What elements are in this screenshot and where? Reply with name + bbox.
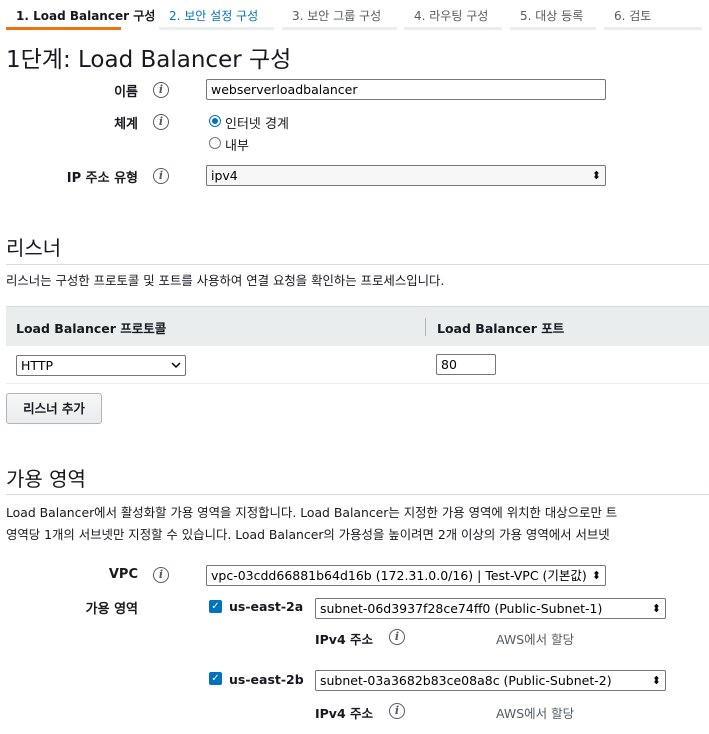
zone-name: us-east-2a (229, 599, 304, 614)
listener-port-input[interactable] (436, 354, 496, 375)
listeners-table-header: Load Balancer 프로토콜 Load Balancer 포트 (6, 306, 709, 346)
ipv4-value: AWS에서 할당 (496, 706, 575, 721)
scheme-label: 체계 (114, 117, 138, 132)
add-listener-button[interactable]: 리스너 추가 (6, 393, 102, 424)
wizard-step-bar (282, 27, 397, 30)
info-icon[interactable]: i (153, 114, 169, 130)
column-header-port: Load Balancer 포트 (437, 321, 565, 336)
scheme-internet-facing-radio[interactable] (209, 115, 221, 127)
table-row-divider (6, 383, 709, 384)
zone-name: us-east-2b (229, 672, 304, 687)
listener-protocol-value: HTTP (21, 358, 53, 373)
availability-zones-description-line2: 영역당 1개의 서브넷만 지정할 수 있습니다. Load Balancer의 … (6, 527, 610, 542)
listeners-title: 리스너 (6, 236, 62, 260)
select-arrow-icon: ⬍ (651, 602, 661, 615)
wizard-step-bar (404, 27, 502, 30)
scheme-internet-facing-label[interactable]: 인터넷 경계 (225, 113, 289, 132)
wizard-step-bar (604, 27, 702, 30)
ip-type-select[interactable]: ipv4 ⬍ (206, 165, 606, 186)
zone-checkbox-us-east-2b[interactable]: ✓ (209, 672, 222, 685)
ipv4-value: AWS에서 할당 (496, 632, 575, 647)
select-arrow-icon: ⬍ (589, 566, 601, 585)
column-header-protocol: Load Balancer 프로토콜 (16, 321, 167, 336)
wizard-step-label: 4. 라우팅 구성 (414, 9, 489, 23)
info-icon[interactable]: i (153, 168, 169, 184)
wizard-step-label: 1. Load Balancer 구성 (16, 9, 156, 23)
select-arrow-icon: ⬍ (651, 674, 661, 687)
chevron-down-icon (171, 357, 181, 375)
wizard-step-1[interactable]: 1. Load Balancer 구성 (6, 0, 155, 30)
wizard-step-3: 3. 보안 그룹 구성 (282, 0, 397, 30)
info-icon[interactable]: i (389, 629, 405, 645)
availability-zones-description-line1: Load Balancer에서 활성화할 가용 영역을 지정합니다. Load … (6, 505, 618, 520)
ipv4-label: IPv4 주소 (315, 632, 374, 647)
wizard-step-label: 2. 보안 설정 구성 (169, 9, 259, 23)
zone-subnet-value: subnet-03a3682b83ce08a8c (Public-Subnet-… (320, 673, 612, 688)
info-icon[interactable]: i (153, 82, 169, 98)
availability-zones-label: 가용 영역 (85, 602, 138, 617)
info-icon[interactable]: i (153, 567, 169, 583)
vpc-value: vpc-03cdd66881b64d16b (172.31.0.0/16) | … (211, 568, 587, 583)
listener-protocol-select[interactable]: HTTP (16, 355, 186, 376)
wizard-step-5: 5. 대상 등록 (510, 0, 596, 30)
wizard-step-2[interactable]: 2. 보안 설정 구성 (159, 0, 274, 30)
info-icon[interactable]: i (389, 703, 405, 719)
section-divider (6, 494, 709, 495)
name-label: 이름 (114, 85, 138, 100)
page-title: 1단계: Load Balancer 구성 (6, 47, 292, 73)
wizard-step-label: 3. 보안 그룹 구성 (292, 9, 382, 23)
wizard-step-6: 6. 검토 (604, 0, 702, 30)
wizard-step-label: 6. 검토 (614, 9, 652, 23)
section-divider (6, 264, 709, 265)
column-divider (425, 318, 426, 336)
zone-subnet-select[interactable]: subnet-03a3682b83ce08a8c (Public-Subnet-… (315, 670, 666, 691)
scheme-internal-radio[interactable] (209, 137, 221, 149)
wizard-step-label: 5. 대상 등록 (520, 9, 584, 23)
zone-checkbox-us-east-2a[interactable]: ✓ (209, 600, 222, 613)
wizard-step-bar (510, 27, 596, 30)
scheme-internal-label[interactable]: 내부 (225, 135, 249, 154)
wizard-step-4: 4. 라우팅 구성 (404, 0, 502, 30)
ip-type-label: IP 주소 유형 (66, 171, 138, 186)
select-arrow-icon: ⬍ (591, 169, 601, 182)
wizard-step-bar (159, 27, 274, 30)
name-input[interactable] (206, 79, 606, 100)
listeners-description: 리스너는 구성한 프로토콜 및 포트를 사용하여 연결 요청을 확인하는 프로세… (6, 273, 445, 288)
vpc-select[interactable]: vpc-03cdd66881b64d16b (172.31.0.0/16) | … (206, 565, 606, 586)
ip-type-value: ipv4 (211, 168, 238, 183)
availability-zones-title: 가용 영역 (6, 467, 86, 491)
wizard-step-bar (6, 27, 121, 30)
zone-subnet-value: subnet-06d3937f28ce74ff0 (Public-Subnet-… (320, 601, 603, 616)
zone-subnet-select[interactable]: subnet-06d3937f28ce74ff0 (Public-Subnet-… (315, 598, 666, 619)
ipv4-label: IPv4 주소 (315, 706, 374, 721)
vpc-label: VPC (108, 567, 138, 582)
